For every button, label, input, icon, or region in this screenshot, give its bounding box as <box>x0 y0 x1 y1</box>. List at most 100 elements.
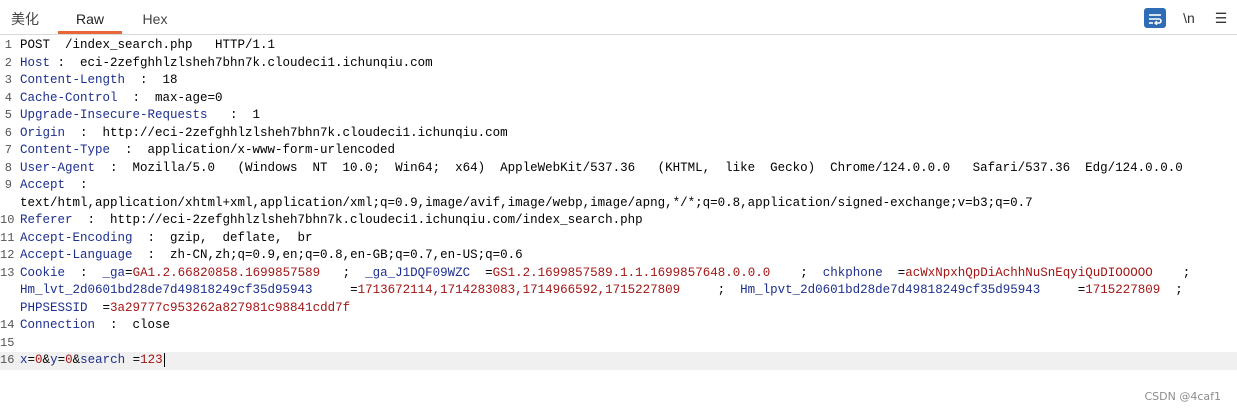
line-code: Upgrade-Insecure-Requests : 1 <box>20 107 260 125</box>
header-name: chkphone <box>822 265 883 280</box>
request-line[interactable]: Hm_lvt_2d0601bd28de7d49818249cf35d95943 … <box>0 282 1237 300</box>
wrap-text-icon <box>1149 14 1162 26</box>
line-code: Content-Length : 18 <box>20 72 178 90</box>
request-line[interactable]: 1 POST /index_search.php HTTP/1.1 <box>0 37 1237 55</box>
request-line[interactable]: 5 Upgrade-Insecure-Requests : 1 <box>0 107 1237 125</box>
line-code: Origin : http://eci-2zefghhlzlsheh7bhn7k… <box>20 125 508 143</box>
line-number: 1 <box>4 38 12 52</box>
header-name: Host <box>20 55 51 70</box>
param-value: GA1.2.66820858.1699857589 <box>132 265 321 280</box>
line-code: Accept-Encoding : gzip, deflate, br <box>20 230 313 248</box>
request-line[interactable]: 3 Content-Length : 18 <box>0 72 1237 90</box>
line-text: = <box>27 353 36 367</box>
header-name: Accept-Language <box>20 248 133 262</box>
header-name: Accept-Encoding <box>20 230 133 245</box>
line-text: = <box>882 265 906 280</box>
line-code: Host : eci-2zefghhlzlsheh7bhn7k.cloudeci… <box>20 55 433 73</box>
header-name: User-Agent <box>20 160 96 175</box>
wrap-text-button[interactable] <box>1144 8 1166 28</box>
line-number: 4 <box>4 90 12 105</box>
request-line[interactable]: 8 User-Agent : Mozilla/5.0 (Windows NT 10… <box>0 160 1237 178</box>
line-code: Connection : close <box>20 317 170 335</box>
line-text: ; <box>680 283 741 297</box>
tab-pretty[interactable]: 美化 <box>2 0 48 34</box>
menu-button[interactable]: ☰ <box>1211 8 1231 28</box>
line-code: User-Agent : Mozilla/5.0 (Windows NT 10.… <box>20 160 1183 178</box>
header-name: Cookie <box>20 265 66 280</box>
param-value: 1713672114,1714283083,1714966592,1715227… <box>357 283 681 297</box>
line-text: : <box>65 265 103 280</box>
line-number: 6 <box>4 125 12 140</box>
param-value: GS1.2.1699857589.1.1.1699857648.0.0.0 <box>492 265 771 280</box>
header-name: Hm_lvt_2d0601bd28de7d49818249cf35d95943 <box>20 283 313 297</box>
line-text: ; <box>1160 283 1183 297</box>
tab-pretty-label: 美化 <box>11 11 39 27</box>
line-number: 13 <box>0 265 15 280</box>
header-name: Content-Length <box>20 73 126 87</box>
request-line[interactable]: text/html,application/xhtml+xml,applicat… <box>0 195 1237 213</box>
request-line[interactable]: 13 Cookie : _ga=GA1.2.66820858.1699857589… <box>0 265 1237 283</box>
line-code: Cache-Control : max-age=0 <box>20 90 223 108</box>
request-line[interactable]: 16 x=0&y=0&search =123 <box>0 352 1237 370</box>
header-name: _ga <box>102 265 126 280</box>
request-line[interactable]: 15 <box>0 335 1237 353</box>
header-name: y <box>50 353 58 367</box>
line-text: & <box>42 353 51 367</box>
request-line[interactable]: 4 Cache-Control : max-age=0 <box>0 90 1237 108</box>
line-number: 16 <box>0 353 15 367</box>
line-code: text/html,application/xhtml+xml,applicat… <box>20 195 1033 213</box>
line-code: POST /index_search.php HTTP/1.1 <box>20 37 275 55</box>
line-text: : gzip, deflate, br <box>132 230 313 245</box>
line-text: : 1 <box>207 108 261 122</box>
line-number: 5 <box>4 108 12 122</box>
line-text: = <box>57 353 66 367</box>
tab-raw-label: Raw <box>75 11 104 27</box>
watermark: CSDN @4caf1 <box>1144 390 1221 403</box>
line-text: POST /index_search.php HTTP/1.1 <box>20 38 276 52</box>
line-text: = <box>125 265 133 280</box>
request-line[interactable]: PHPSESSID =3a29777c953262a827981c98841cd… <box>0 300 1237 318</box>
header-name: x <box>20 353 28 367</box>
line-code: Content-Type : application/x-www-form-ur… <box>20 142 395 160</box>
text-caret <box>163 352 165 367</box>
tab-raw[interactable]: Raw <box>58 0 122 34</box>
tab-hex[interactable]: Hex <box>132 0 178 34</box>
line-number: 15 <box>0 335 15 350</box>
line-text: & <box>72 353 81 367</box>
request-line[interactable]: 12 Accept-Language : zh-CN,zh;q=0.9,en;q=… <box>0 247 1237 265</box>
line-text: = <box>312 283 358 297</box>
request-line[interactable]: 9 Accept : <box>0 177 1237 195</box>
line-text: : zh-CN,zh;q=0.9,en;q=0.8,en-GB;q=0.7,en… <box>132 248 523 262</box>
newline-label: \n <box>1183 10 1195 26</box>
tab-divider <box>0 34 1237 35</box>
header-name: _ga_J1DQF09WZC <box>365 265 471 280</box>
line-text: : max-age=0 <box>117 90 223 105</box>
line-number: 14 <box>0 318 15 332</box>
param-value: 3a29777c953262a827981c98841cdd7f <box>110 300 351 315</box>
raw-request-editor[interactable]: 1 POST /index_search.php HTTP/1.1 2 Host : … <box>0 37 1237 412</box>
line-text: : http://eci-2zefghhlzlsheh7bhn7k.cloude… <box>65 125 508 140</box>
request-line[interactable]: 7 Content-Type : application/x-www-form-u… <box>0 142 1237 160</box>
request-line[interactable]: 2 Host : eci-2zefghhlzlsheh7bhn7k.cloudec… <box>0 55 1237 73</box>
line-text: = <box>125 353 141 367</box>
request-line[interactable]: 14 Connection : close <box>0 317 1237 335</box>
request-line[interactable]: 11 Accept-Encoding : gzip, deflate, br <box>0 230 1237 248</box>
line-code: Cookie : _ga=GA1.2.66820858.1699857589 ;… <box>20 265 1190 283</box>
tab-hex-label: Hex <box>142 11 168 27</box>
line-text: : Mozilla/5.0 (Windows NT 10.0; Win64; x… <box>95 160 1183 175</box>
line-code: Referer : http://eci-2zefghhlzlsheh7bhn7… <box>20 212 643 230</box>
line-number: 9 <box>4 178 12 192</box>
line-number: 7 <box>4 143 12 157</box>
newline-toggle-button[interactable]: \n <box>1178 8 1200 28</box>
line-number: 10 <box>0 213 15 227</box>
header-name: Upgrade-Insecure-Requests <box>20 108 208 122</box>
request-line[interactable]: 10 Referer : http://eci-2zefghhlzlsheh7bh… <box>0 212 1237 230</box>
line-text: : application/x-www-form-urlencoded <box>110 143 396 157</box>
request-line[interactable]: 6 Origin : http://eci-2zefghhlzlsheh7bhn7… <box>0 125 1237 143</box>
param-value: 0 <box>65 353 73 367</box>
line-number: 8 <box>4 160 12 175</box>
line-code: PHPSESSID =3a29777c953262a827981c98841cd… <box>20 300 350 318</box>
line-number: 11 <box>0 230 15 245</box>
param-value: 0 <box>35 353 43 367</box>
line-text: ; <box>320 265 366 280</box>
